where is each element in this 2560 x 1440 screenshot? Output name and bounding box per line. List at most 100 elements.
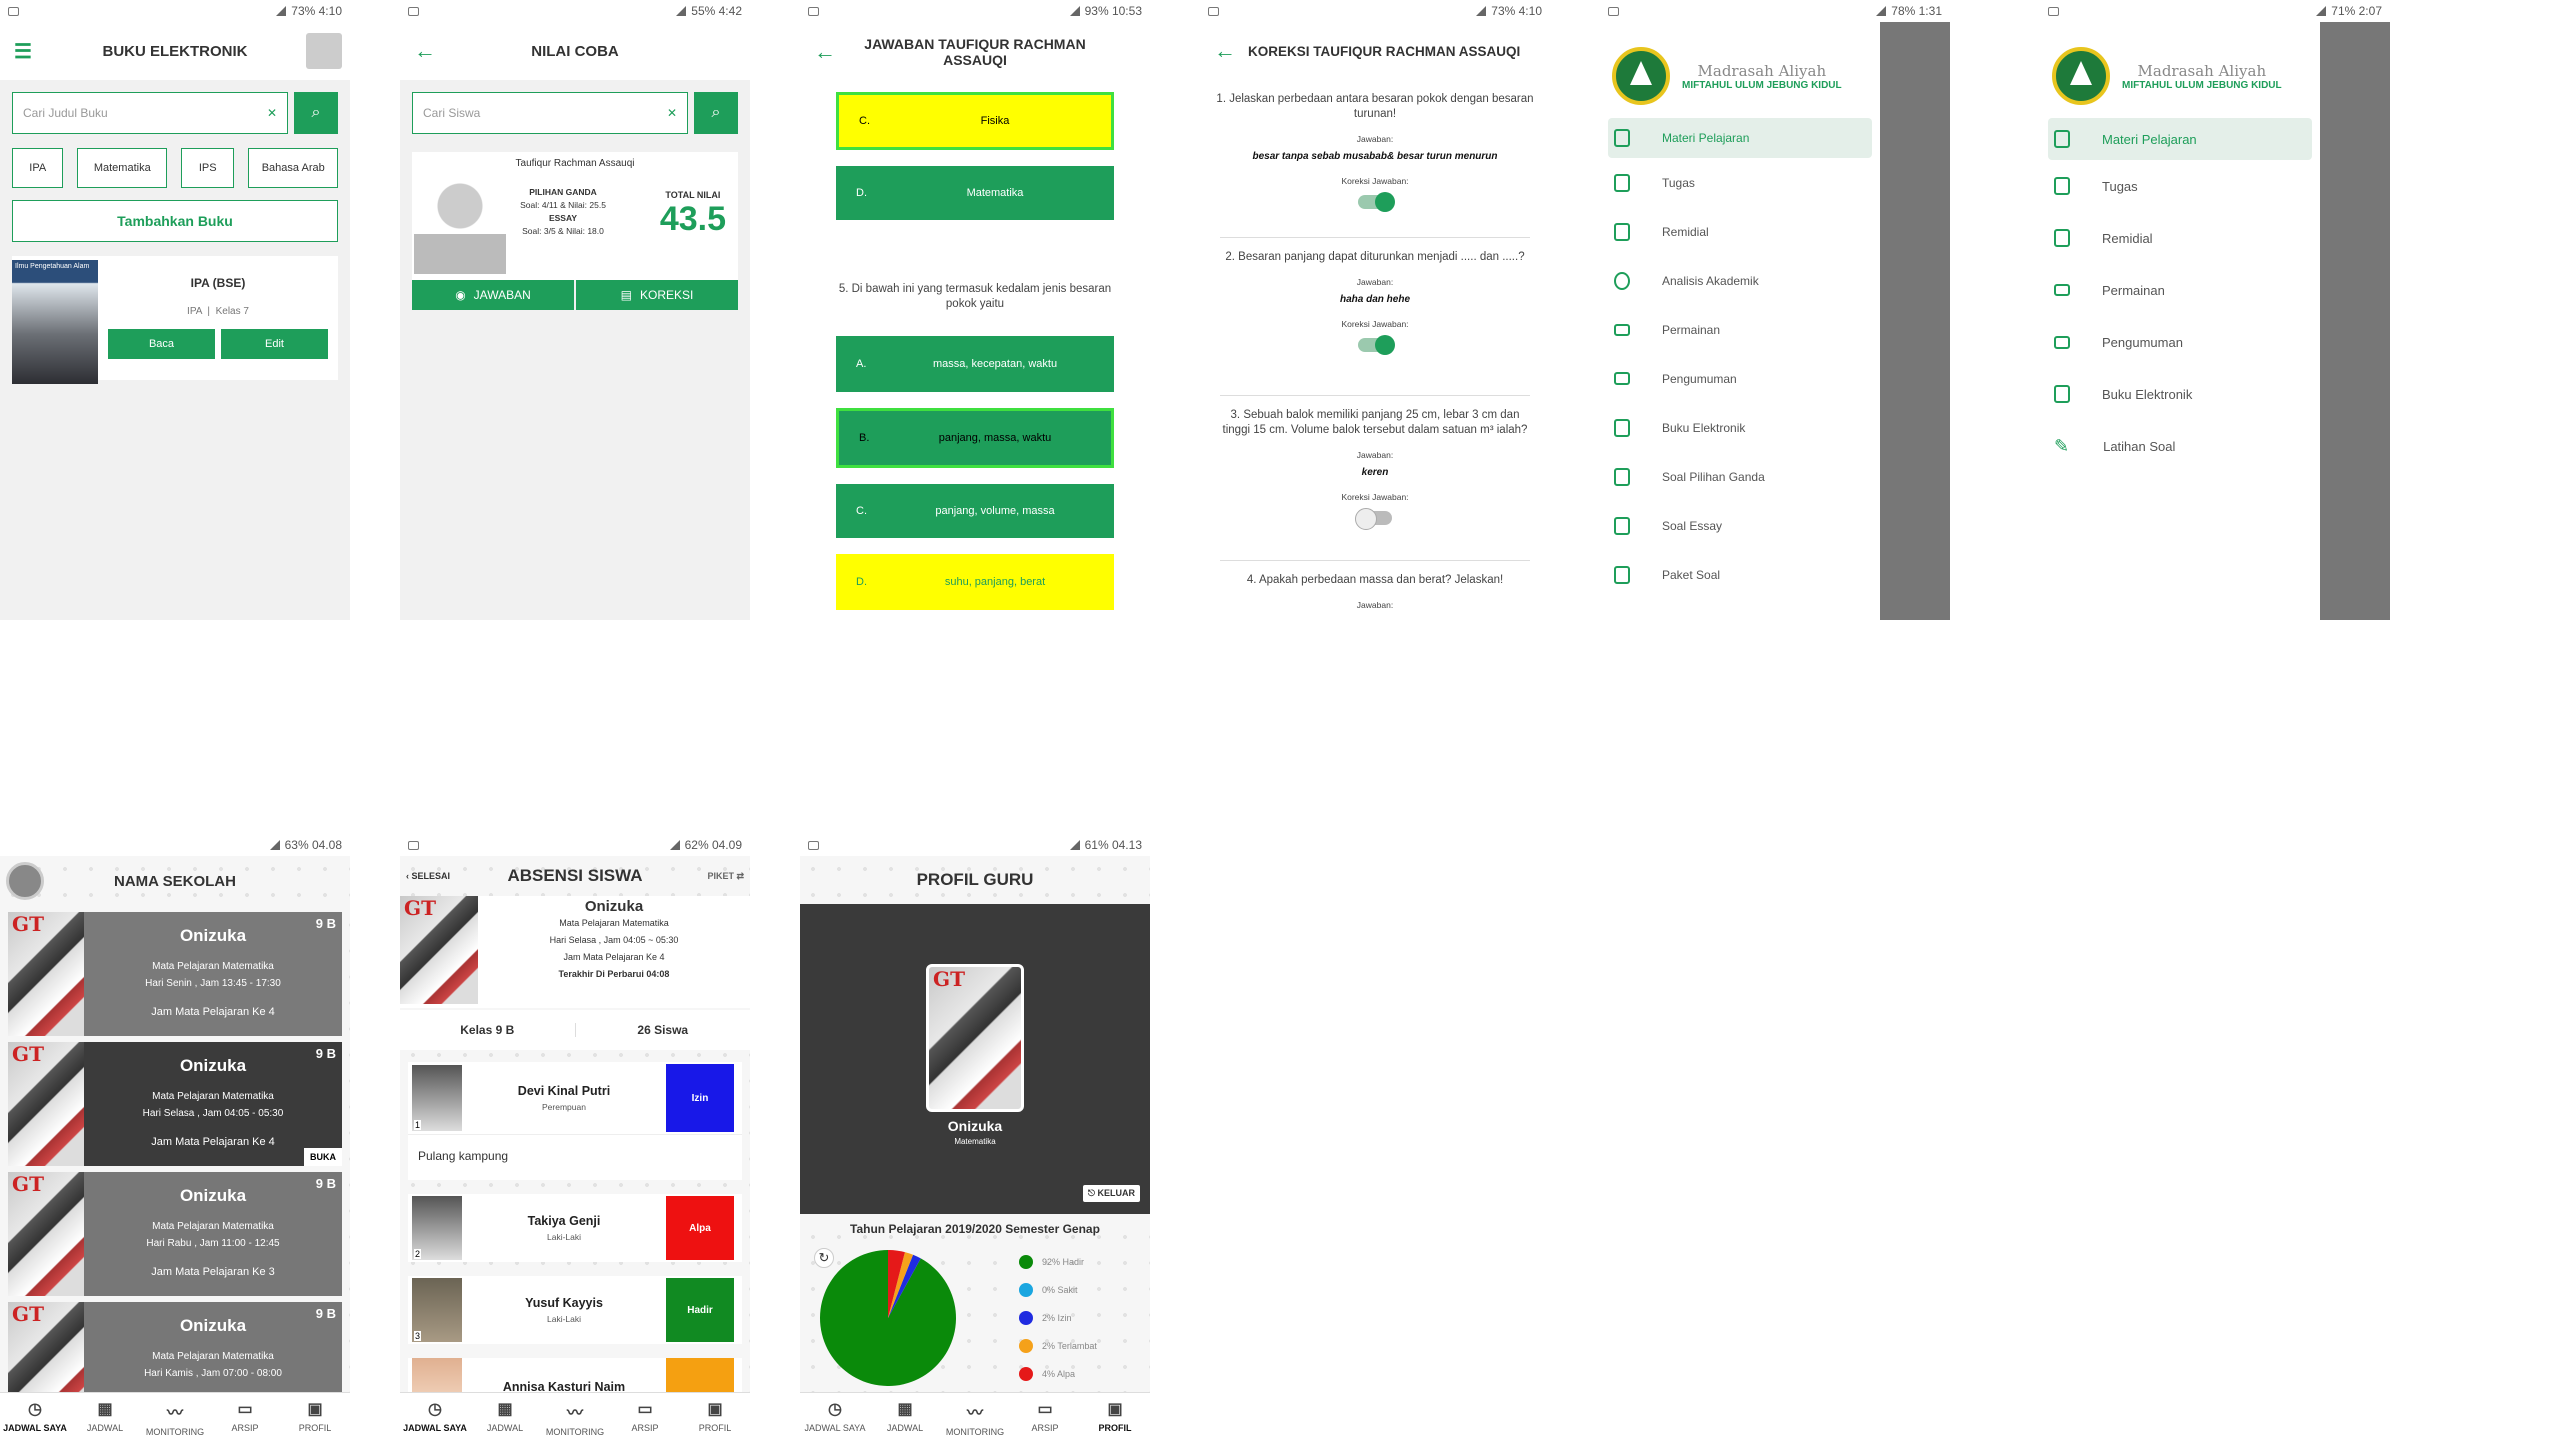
- calendar-icon: ▦: [897, 1401, 913, 1418]
- page-title: BUKU ELEKTRONIK: [102, 42, 248, 60]
- app-bar: ‹ SELESAI ABSENSI SISWA PIKET ⇄: [400, 856, 750, 896]
- clear-icon[interactable]: ✕: [667, 106, 677, 120]
- document-icon: [1614, 516, 1630, 535]
- pg-value: Soal: 4/11 & Nilai: 25.5: [520, 200, 606, 210]
- menu-permainan[interactable]: Permainan: [2040, 264, 2320, 316]
- search-input[interactable]: Cari Judul Buku ✕: [12, 92, 288, 134]
- jumlah-siswa: 26 Siswa: [574, 1023, 751, 1037]
- piket-button[interactable]: PIKET ⇄: [707, 871, 744, 882]
- status-bar: 73% 4:10: [0, 0, 350, 22]
- koreksi-toggle-3[interactable]: [1355, 508, 1392, 530]
- menu-soal-pilihan-ganda[interactable]: Soal Pilihan Ganda: [1600, 452, 1880, 501]
- menu-pengumuman[interactable]: Pengumuman: [2040, 316, 2320, 368]
- package-icon: [1614, 565, 1630, 584]
- search-input[interactable]: Cari Siswa ✕: [412, 92, 688, 134]
- student-row-1[interactable]: 1 Devi Kinal Putri Perempuan Izin: [408, 1062, 742, 1134]
- nav-arsip[interactable]: ▭ ARSIP: [1010, 1393, 1080, 1440]
- clear-icon[interactable]: ✕: [267, 106, 277, 120]
- file-icon: [1614, 222, 1630, 241]
- nav-jadwal-saya[interactable]: ◷ JADWAL SAYA: [0, 1393, 70, 1440]
- chip-ips[interactable]: IPS: [181, 148, 235, 188]
- student-row-2[interactable]: 2 Takiya Genji Laki-Laki Alpa: [408, 1194, 742, 1262]
- nav-jadwal-saya[interactable]: ◷ JADWAL SAYA: [800, 1393, 870, 1440]
- search-button[interactable]: ⌕: [294, 92, 338, 134]
- nav-monitoring[interactable]: 〰 MONITORING: [140, 1393, 210, 1440]
- essay-label: ESSAY: [548, 213, 578, 223]
- menu-tugas[interactable]: Tugas: [1600, 158, 1880, 207]
- profile-icon: ▣: [707, 1401, 723, 1418]
- search-button[interactable]: ⌕: [694, 92, 738, 134]
- read-button[interactable]: Baca: [108, 329, 215, 359]
- option-c-2: C. panjang, volume, massa: [836, 484, 1114, 538]
- nav-profil[interactable]: ▣ PROFIL: [680, 1393, 750, 1440]
- legend-marker-alpa: [1019, 1367, 1033, 1381]
- koreksi-toggle-2[interactable]: [1358, 335, 1395, 355]
- avatar[interactable]: [306, 33, 342, 69]
- profile-icon: ▣: [307, 1401, 323, 1418]
- nav-arsip[interactable]: ▭ ARSIP: [210, 1393, 280, 1440]
- trend-icon: 〰: [166, 1405, 183, 1422]
- menu-latihan-soal[interactable]: ✎ Latihan Soal: [2040, 420, 2320, 472]
- schedule-card-3[interactable]: OnizukaMata Pelajaran MatematikaHari Rab…: [8, 1172, 342, 1296]
- nav-monitoring[interactable]: 〰 MONITORING: [940, 1393, 1010, 1440]
- nav-jadwal-saya[interactable]: ◷ JADWAL SAYA: [400, 1393, 470, 1440]
- school-name-1: Madrasah Aliyah: [2137, 61, 2267, 80]
- search-icon: ⌕: [711, 104, 721, 121]
- menu-icon[interactable]: ☰: [14, 39, 32, 64]
- selesai-button[interactable]: ‹ SELESAI: [406, 871, 450, 881]
- option-b: B. panjang, massa, waktu: [836, 408, 1114, 468]
- logout-button[interactable]: ⎋ KELUAR: [1082, 1185, 1140, 1202]
- screen-profil-guru: 61% 04.13 PROFIL GURU Onizuka Matematika…: [800, 834, 1150, 1440]
- nav-jadwal[interactable]: ▦ JADWAL: [870, 1393, 940, 1440]
- menu-remidial[interactable]: Remidial: [2040, 212, 2320, 264]
- koreksi-toggle-1[interactable]: [1358, 192, 1395, 212]
- legend-label-sakit: 0% Sakit: [1042, 1285, 1078, 1295]
- nav-monitoring[interactable]: 〰 MONITORING: [540, 1393, 610, 1440]
- pg-label: PILIHAN GANDA: [529, 187, 597, 197]
- school-name-2: MIFTAHUL ULUM JEBUNG KIDUL: [1682, 79, 1842, 91]
- school-name-2: MIFTAHUL ULUM JEBUNG KIDUL: [2122, 79, 2282, 91]
- nav-jadwal[interactable]: ▦ JADWAL: [70, 1393, 140, 1440]
- jawaban-button[interactable]: ◉ JAWABAN: [412, 280, 574, 310]
- koreksi-button[interactable]: ▤ KOREKSI: [576, 280, 738, 310]
- status-bar: 55% 4:42: [400, 0, 750, 22]
- status-alpa[interactable]: Alpa: [666, 1196, 734, 1260]
- menu-tugas[interactable]: Tugas: [2040, 160, 2320, 212]
- drawer-scrim[interactable]: [1880, 22, 1950, 620]
- student-row-3[interactable]: 3 Yusuf Kayyis Laki-Laki Hadir: [408, 1276, 742, 1344]
- menu-materi-pelajaran[interactable]: Materi Pelajaran: [2048, 118, 2312, 160]
- back-arrow-icon[interactable]: ←: [414, 38, 436, 64]
- schedule-card-1[interactable]: OnizukaMata Pelajaran MatematikaHari Sen…: [8, 912, 342, 1036]
- back-arrow-icon[interactable]: ←: [1214, 38, 1236, 64]
- menu-permainan[interactable]: Permainan: [1600, 305, 1880, 354]
- menu-soal-essay[interactable]: Soal Essay: [1600, 501, 1880, 550]
- drawer-scrim[interactable]: [2320, 22, 2390, 620]
- menu-buku-elektronik[interactable]: Buku Elektronik: [2040, 368, 2320, 420]
- menu-paket-soal[interactable]: Paket Soal: [1600, 550, 1880, 599]
- school-badge[interactable]: [6, 862, 44, 900]
- menu-remidial[interactable]: Remidial: [1600, 207, 1880, 256]
- status-izin[interactable]: Izin: [666, 1064, 734, 1132]
- chip-ipa[interactable]: IPA: [12, 148, 64, 188]
- chip-bahasa-arab[interactable]: Bahasa Arab: [248, 148, 338, 188]
- schedule-card-2[interactable]: OnizukaMata Pelajaran MatematikaHari Sel…: [8, 1042, 342, 1166]
- teacher-photo: [400, 896, 478, 1004]
- nav-profil[interactable]: ▣ PROFIL: [280, 1393, 350, 1440]
- menu-pengumuman[interactable]: Pengumuman: [1600, 354, 1880, 403]
- back-arrow-icon[interactable]: ←: [814, 39, 836, 65]
- status-bar: 78% 1:31: [1600, 0, 1950, 22]
- edit-button[interactable]: Edit: [221, 329, 328, 359]
- menu-analisis-akademik[interactable]: Analisis Akademik: [1600, 256, 1880, 305]
- app-bar: ☰ BUKU ELEKTRONIK: [0, 22, 350, 80]
- clipboard-icon: [1614, 173, 1630, 192]
- menu-materi-pelajaran[interactable]: Materi Pelajaran: [1608, 118, 1872, 158]
- chip-matematika[interactable]: Matematika: [77, 148, 168, 188]
- add-book-button[interactable]: Tambahkan Buku: [12, 200, 338, 242]
- document-icon: ▤: [620, 288, 632, 302]
- menu-buku-elektronik[interactable]: Buku Elektronik: [1600, 403, 1880, 452]
- nav-jadwal[interactable]: ▦ JADWAL: [470, 1393, 540, 1440]
- nav-profil[interactable]: ▣ PROFIL: [1080, 1393, 1150, 1440]
- status-hadir[interactable]: Hadir: [666, 1278, 734, 1342]
- folder-icon: ▭: [237, 1401, 253, 1418]
- nav-arsip[interactable]: ▭ ARSIP: [610, 1393, 680, 1440]
